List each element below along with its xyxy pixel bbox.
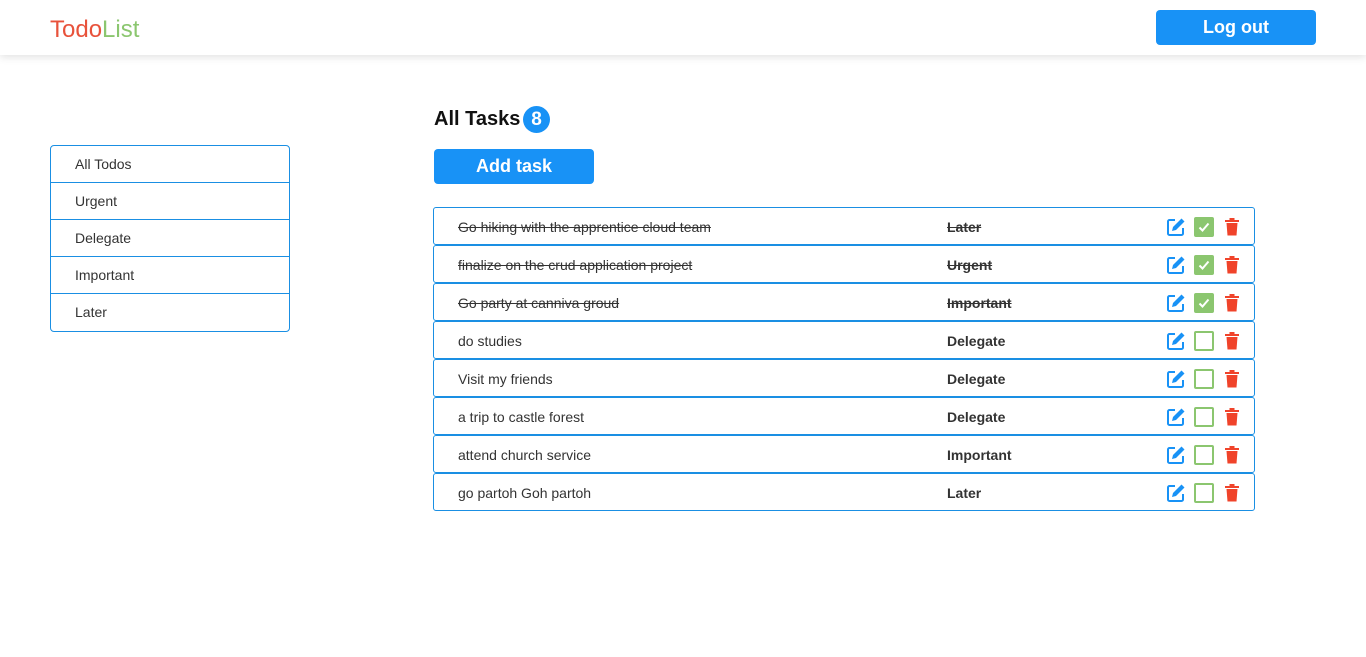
task-row: Visit my friends Delegate [433, 359, 1255, 397]
edit-icon[interactable] [1166, 217, 1186, 237]
sidebar-item-delegate[interactable]: Delegate [51, 220, 289, 257]
sidebar-item-important[interactable]: Important [51, 257, 289, 294]
task-row: do studies Delegate [433, 321, 1255, 359]
edit-icon[interactable] [1166, 445, 1186, 465]
task-category: Later [947, 485, 982, 501]
task-row: go partoh Goh partoh Later [433, 473, 1255, 511]
task-text: Visit my friends [458, 371, 553, 387]
add-task-button[interactable]: Add task [434, 149, 594, 184]
task-category: Urgent [947, 257, 993, 273]
trash-icon[interactable] [1224, 446, 1240, 464]
task-text: go partoh Goh partoh [458, 485, 592, 501]
task-category: Later [947, 219, 982, 235]
unchecked-checkbox[interactable] [1194, 483, 1214, 503]
unchecked-checkbox[interactable] [1194, 407, 1214, 427]
edit-icon[interactable] [1166, 369, 1186, 389]
trash-icon[interactable] [1224, 294, 1240, 312]
checked-checkbox[interactable] [1194, 255, 1214, 275]
unchecked-checkbox[interactable] [1194, 445, 1214, 465]
checked-checkbox[interactable] [1194, 217, 1214, 237]
task-row: finalize on the crud application project… [433, 245, 1255, 283]
trash-icon[interactable] [1224, 256, 1240, 274]
check-icon [1198, 222, 1210, 232]
app-logo: TodoList [50, 16, 139, 44]
edit-icon[interactable] [1166, 483, 1186, 503]
edit-icon[interactable] [1166, 255, 1186, 275]
logo-todo: Todo [50, 16, 103, 43]
check-icon [1198, 298, 1210, 308]
task-text: Go hiking with the apprentice cloud team [458, 219, 711, 235]
task-list: Go hiking with the apprentice cloud team… [433, 207, 1255, 511]
top-header: TodoList Log out [0, 0, 1366, 55]
task-text: a trip to castle forest [458, 409, 585, 425]
check-icon [1198, 260, 1210, 270]
edit-icon[interactable] [1166, 331, 1186, 351]
task-text: do studies [458, 333, 522, 349]
edit-icon[interactable] [1166, 293, 1186, 313]
logo-list: List [102, 16, 140, 43]
task-category: Important [947, 447, 1012, 463]
checked-checkbox[interactable] [1194, 293, 1214, 313]
task-row: Go hiking with the apprentice cloud team… [433, 207, 1255, 245]
trash-icon[interactable] [1224, 218, 1240, 236]
task-text: finalize on the crud application project [458, 257, 693, 273]
task-count-badge: 8 [523, 106, 550, 133]
task-row: attend church service Important [433, 435, 1255, 473]
trash-icon[interactable] [1224, 332, 1240, 350]
task-category: Delegate [947, 371, 1006, 387]
unchecked-checkbox[interactable] [1194, 369, 1214, 389]
task-category: Important [947, 295, 1012, 311]
category-sidebar: All Todos Urgent Delegate Important Late… [50, 145, 290, 332]
edit-icon[interactable] [1166, 407, 1186, 427]
task-row: Go party at canniva groud Important [433, 283, 1255, 321]
task-row: a trip to castle forest Delegate [433, 397, 1255, 435]
trash-icon[interactable] [1224, 408, 1240, 426]
task-category: Delegate [947, 333, 1006, 349]
sidebar-item-later[interactable]: Later [51, 294, 289, 331]
task-text: Go party at canniva groud [458, 295, 620, 311]
task-text: attend church service [458, 447, 592, 463]
unchecked-checkbox[interactable] [1194, 331, 1214, 351]
trash-icon[interactable] [1224, 370, 1240, 388]
task-category: Delegate [947, 409, 1006, 425]
logout-button[interactable]: Log out [1156, 10, 1316, 45]
page-title: All Tasks [434, 108, 521, 130]
sidebar-item-urgent[interactable]: Urgent [51, 183, 289, 220]
trash-icon[interactable] [1224, 484, 1240, 502]
sidebar-item-all-todos[interactable]: All Todos [51, 146, 289, 183]
